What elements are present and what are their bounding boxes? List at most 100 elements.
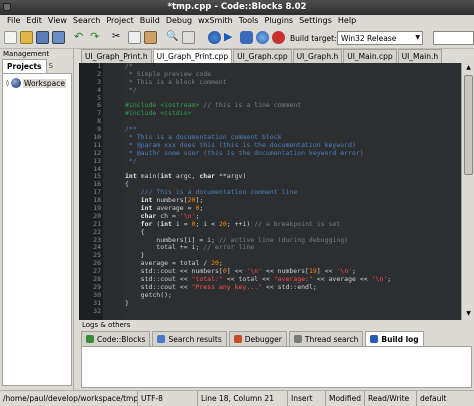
menu-tools[interactable]: Tools bbox=[236, 15, 262, 28]
status-encoding: UTF-8 bbox=[138, 391, 198, 406]
window-title: *tmp.cpp - Code::Blocks 8.02 bbox=[167, 2, 307, 12]
management-tabs: Projects S bbox=[0, 59, 73, 73]
code-line: #include <cstdio> bbox=[125, 109, 192, 118]
codeblocks-icon bbox=[86, 335, 94, 343]
tab-codeblocks-log[interactable]: Code::Blocks bbox=[81, 331, 151, 346]
build-log-icon bbox=[370, 335, 379, 343]
editor-tab[interactable]: UI_Main.h bbox=[397, 49, 443, 63]
find-icon[interactable]: 🔍 bbox=[166, 31, 179, 44]
code-line: * This is a block comment bbox=[125, 77, 227, 86]
build-log-output[interactable] bbox=[81, 346, 472, 388]
undo-icon[interactable]: ↶ bbox=[74, 31, 87, 44]
search-icon bbox=[157, 335, 166, 343]
logs-header: Logs & others bbox=[82, 321, 131, 329]
editor-tab[interactable]: UI_Graph_Print.h bbox=[81, 49, 152, 63]
workspace-label: Workspace bbox=[22, 78, 66, 88]
management-panel: Management Projects S ◊ Workspace bbox=[0, 49, 74, 390]
tab-label: Code::Blocks bbox=[97, 334, 146, 344]
code-line: } bbox=[125, 298, 129, 307]
expand-icon[interactable]: ◊ bbox=[6, 80, 9, 87]
save-all-icon[interactable] bbox=[52, 31, 65, 44]
code-line: total += i; // error line bbox=[125, 243, 255, 252]
scroll-up-icon[interactable]: ▲ bbox=[464, 64, 473, 73]
code-line: getch(); bbox=[125, 290, 172, 299]
tab-symbols[interactable]: S bbox=[47, 59, 55, 73]
cut-icon[interactable]: ✂ bbox=[112, 31, 125, 44]
build-icon[interactable] bbox=[208, 31, 221, 44]
menu-help[interactable]: Help bbox=[335, 15, 359, 28]
redo-icon[interactable]: ↷ bbox=[90, 31, 103, 44]
abort-icon[interactable] bbox=[272, 31, 285, 44]
code-line: std::cout << "Press any key..." << std::… bbox=[125, 282, 317, 291]
menu-project[interactable]: Project bbox=[103, 15, 136, 28]
code-line: int main(int argc, char **argv) bbox=[125, 172, 247, 181]
project-tree: ◊ Workspace bbox=[2, 73, 72, 386]
rebuild-icon[interactable] bbox=[256, 31, 269, 44]
editor-area: UI_Graph_Print.h UI_Graph_Print.cpp UI_G… bbox=[79, 49, 474, 320]
tab-build-log[interactable]: Build log bbox=[365, 331, 424, 346]
menu-search[interactable]: Search bbox=[70, 15, 103, 28]
menu-plugins[interactable]: Plugins bbox=[261, 15, 296, 28]
menu-wxsmith[interactable]: wxSmith bbox=[195, 15, 236, 28]
code-line: */ bbox=[125, 85, 137, 94]
menu-view[interactable]: View bbox=[45, 15, 70, 28]
scroll-thumb[interactable] bbox=[464, 75, 473, 175]
status-access: Read/Write bbox=[365, 391, 417, 406]
tab-thread-search[interactable]: Thread search bbox=[288, 331, 364, 346]
tab-debugger[interactable]: Debugger bbox=[228, 331, 287, 346]
code-line: * @authr some user (this is the document… bbox=[125, 148, 364, 157]
menu-file[interactable]: File bbox=[4, 15, 23, 28]
editor-tab[interactable]: UI_Main.cpp bbox=[343, 49, 397, 63]
main-toolbar: ↶ ↷ ✂ 🔍 ▶ Build target: Win32 Release ▼ bbox=[0, 28, 474, 49]
build-run-icon[interactable] bbox=[240, 31, 253, 44]
status-bar: /home/paul/develop/workspace/tmp.cp UTF-… bbox=[0, 390, 474, 406]
build-target-select[interactable]: Win32 Release ▼ bbox=[337, 31, 423, 45]
code-line: */ bbox=[125, 156, 137, 165]
tab-label: Search results bbox=[168, 334, 222, 344]
tab-projects[interactable]: Projects bbox=[2, 59, 47, 73]
line-number: 32 bbox=[93, 306, 101, 315]
run-icon[interactable]: ▶ bbox=[224, 31, 237, 44]
tab-search-results[interactable]: Search results bbox=[152, 331, 227, 346]
editor-vertical-scrollbar[interactable]: ▲ ▼ bbox=[461, 63, 474, 320]
code-editor[interactable]: /* * Simple preview code * This is a blo… bbox=[123, 63, 461, 320]
tab-label: Debugger bbox=[244, 334, 282, 344]
open-file-icon[interactable] bbox=[20, 31, 33, 44]
management-header: Management bbox=[3, 50, 50, 58]
editor-tab-active[interactable]: UI_Graph_Print.cpp bbox=[152, 49, 233, 63]
toolbar-search-input[interactable] bbox=[433, 31, 474, 45]
status-cursor-position: Line 18, Column 21 bbox=[198, 391, 288, 406]
copy-icon[interactable] bbox=[128, 31, 141, 44]
line-number-gutter: 1 2 3 4 5 6 7 8 9 10 11 12 13 14 15 16 17 18 19 20 21 22 23 24 2… bbox=[79, 62, 103, 320]
scroll-down-icon[interactable]: ▼ bbox=[464, 310, 473, 319]
tab-label: Thread search bbox=[304, 334, 359, 344]
editor-tab[interactable]: UI_Graph.cpp bbox=[233, 49, 292, 63]
logs-tabs: Code::Blocks Search results Debugger Thr… bbox=[79, 331, 474, 346]
workspace-icon bbox=[10, 78, 21, 88]
chevron-down-icon: ▼ bbox=[415, 34, 420, 41]
thread-search-icon bbox=[293, 335, 302, 343]
editor-tabs: UI_Graph_Print.h UI_Graph_Print.cpp UI_G… bbox=[79, 49, 474, 63]
code-line: for (int i = 0; i < 20; ++i) // a breakp… bbox=[140, 219, 341, 228]
menu-build[interactable]: Build bbox=[137, 15, 163, 28]
logs-panel: Logs & others Code::Blocks Search result… bbox=[79, 320, 474, 390]
status-profile: default bbox=[420, 394, 447, 403]
fold-margin[interactable] bbox=[103, 63, 123, 320]
status-modified: Modified bbox=[326, 391, 365, 406]
tree-node-workspace[interactable]: ◊ Workspace bbox=[6, 78, 66, 88]
build-target-label: Build target: bbox=[290, 34, 337, 43]
editor-tab[interactable]: UI_Graph.h bbox=[292, 49, 343, 63]
new-file-icon[interactable] bbox=[4, 31, 17, 44]
status-file-path: /home/paul/develop/workspace/tmp.cp bbox=[0, 391, 138, 406]
replace-icon[interactable] bbox=[182, 31, 195, 44]
menu-debug[interactable]: Debug bbox=[163, 15, 195, 28]
codeblocks-window: *tmp.cpp - Code::Blocks 8.02 File Edit V… bbox=[0, 0, 474, 406]
menu-edit[interactable]: Edit bbox=[23, 15, 45, 28]
paste-icon[interactable] bbox=[144, 31, 157, 44]
save-icon[interactable] bbox=[36, 31, 49, 44]
title-bar: *tmp.cpp - Code::Blocks 8.02 bbox=[0, 0, 474, 15]
build-target-value: Win32 Release bbox=[341, 34, 397, 43]
menu-settings[interactable]: Settings bbox=[296, 15, 335, 28]
